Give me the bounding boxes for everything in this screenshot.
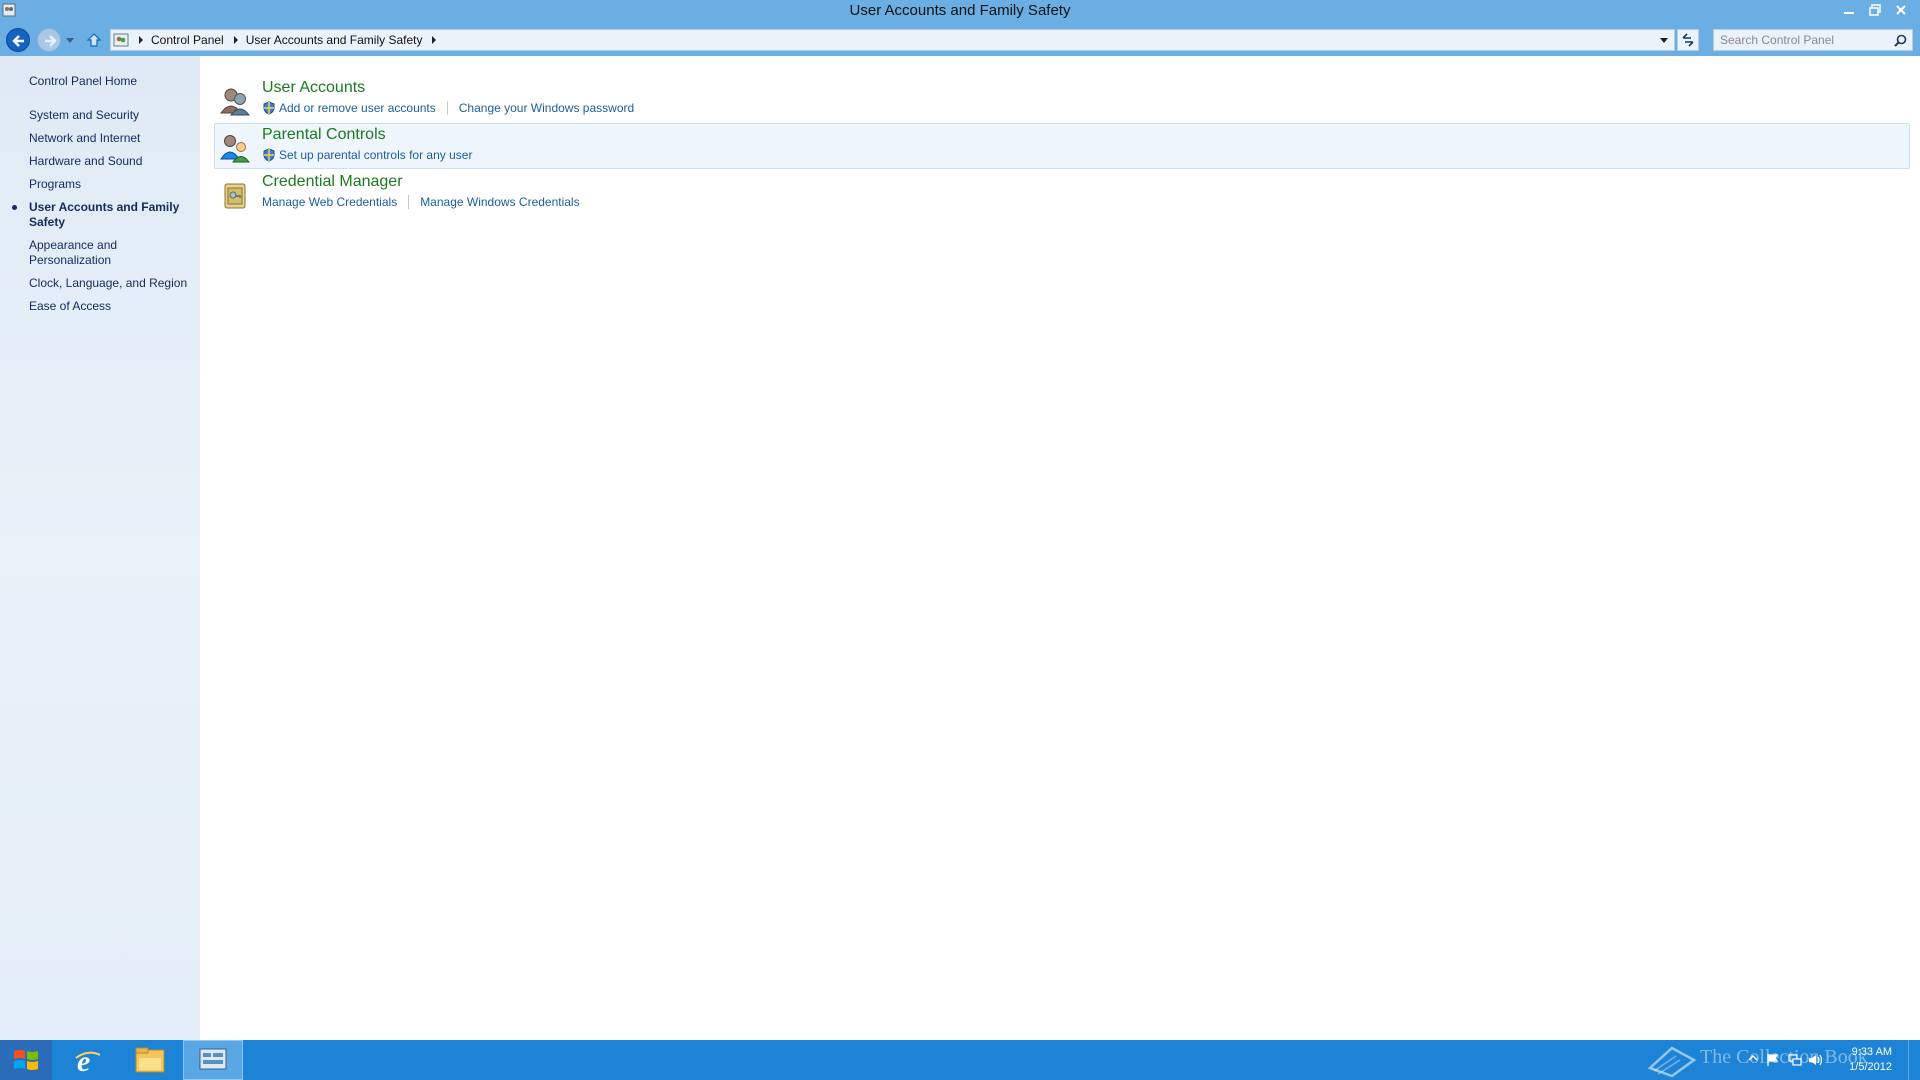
sidebar-item-clock-language-region[interactable]: Clock, Language, and Region — [29, 276, 194, 291]
category-user-accounts: User Accounts Add or remove user account… — [214, 76, 1910, 122]
breadcrumb-separator-icon[interactable] — [139, 36, 143, 44]
window-title: User Accounts and Family Safety — [849, 2, 1071, 19]
refresh-button[interactable] — [1677, 29, 1699, 51]
minimize-button[interactable] — [1836, 0, 1862, 20]
sidebar-item-appearance[interactable]: Appearance and Personalization — [29, 238, 194, 268]
search-icon[interactable] — [1894, 34, 1907, 47]
breadcrumb-control-panel[interactable]: Control Panel — [151, 33, 224, 47]
taskbar-control-panel[interactable] — [183, 1040, 243, 1080]
uac-shield-icon — [263, 101, 275, 115]
category-title[interactable]: Credential Manager — [262, 173, 403, 191]
control-panel-icon — [113, 33, 129, 47]
taskbar-file-explorer[interactable] — [120, 1040, 180, 1080]
internet-explorer-icon: e — [75, 1045, 101, 1075]
sidebar-item-system-and-security[interactable]: System and Security — [29, 108, 194, 123]
show-hidden-icons-icon[interactable] — [1748, 1053, 1758, 1063]
address-dropdown-icon[interactable] — [1660, 38, 1668, 43]
manage-windows-credentials-link[interactable]: Manage Windows Credentials — [420, 195, 579, 209]
volume-icon[interactable] — [1808, 1053, 1824, 1067]
file-explorer-icon — [135, 1047, 165, 1073]
forward-arrow-icon — [45, 35, 57, 47]
clock-date: 1/5/2012 — [1849, 1061, 1892, 1073]
taskbar-internet-explorer[interactable]: e — [58, 1040, 118, 1080]
search-input[interactable] — [1720, 33, 1890, 47]
action-center-flag-icon[interactable] — [1766, 1053, 1780, 1067]
control-panel-icon — [199, 1048, 227, 1070]
search-box[interactable] — [1713, 29, 1913, 51]
add-remove-user-accounts-link[interactable]: Add or remove user accounts — [279, 101, 436, 115]
forward-button[interactable] — [37, 28, 61, 52]
svg-text:e: e — [77, 1045, 90, 1075]
category-parental-controls: Parental Controls Set up parental contro… — [214, 123, 1910, 169]
watermark-book-icon — [1647, 1046, 1697, 1078]
sidebar-item-programs[interactable]: Programs — [29, 177, 194, 192]
navigation-bar: Control Panel User Accounts and Family S… — [0, 24, 1920, 56]
change-windows-password-link[interactable]: Change your Windows password — [459, 101, 634, 115]
notification-area: The Collection Book 9:33 AM 1/5/2012 — [1500, 1040, 1920, 1080]
breadcrumb-separator-icon[interactable] — [432, 36, 437, 44]
network-icon[interactable] — [1788, 1053, 1802, 1067]
close-button[interactable] — [1888, 0, 1914, 20]
minimize-icon — [1844, 12, 1854, 14]
taskbar: e The Collection Book 9:33 AM 1/5/2012 — [0, 1040, 1920, 1080]
recent-pages-dropdown-icon[interactable] — [66, 38, 74, 43]
sidebar-item-user-accounts[interactable]: User Accounts and Family Safety — [12, 200, 194, 230]
clock-time: 9:33 AM — [1851, 1046, 1892, 1058]
set-up-parental-controls-link[interactable]: Set up parental controls for any user — [279, 148, 472, 162]
main-content: User Accounts Add or remove user account… — [200, 56, 1920, 1040]
user-accounts-icon[interactable] — [219, 85, 251, 117]
link-divider — [446, 101, 448, 115]
start-icon — [14, 1050, 38, 1070]
back-button[interactable] — [6, 28, 30, 52]
restore-button[interactable] — [1862, 0, 1888, 20]
sidebar-category-list: System and Security Network and Internet… — [12, 108, 194, 322]
back-arrow-icon — [12, 35, 24, 47]
sidebar: Control Panel Home System and Security N… — [0, 56, 200, 1040]
sidebar-item-network-and-internet[interactable]: Network and Internet — [29, 131, 194, 146]
credential-manager-icon[interactable] — [219, 179, 251, 211]
refresh-icon — [1682, 33, 1694, 47]
uac-shield-icon — [263, 148, 275, 162]
up-arrow-icon[interactable] — [86, 32, 102, 48]
breadcrumb-separator-icon[interactable] — [233, 36, 238, 44]
system-clock[interactable]: 9:33 AM 1/5/2012 — [1832, 1045, 1892, 1075]
sidebar-item-ease-of-access[interactable]: Ease of Access — [29, 299, 194, 314]
address-bar[interactable]: Control Panel User Accounts and Family S… — [110, 29, 1675, 51]
category-title[interactable]: User Accounts — [262, 79, 365, 97]
restore-icon — [1869, 4, 1881, 16]
parental-controls-icon[interactable] — [219, 132, 251, 164]
category-title[interactable]: Parental Controls — [262, 126, 386, 144]
manage-web-credentials-link[interactable]: Manage Web Credentials — [262, 195, 397, 209]
title-bar: User Accounts and Family Safety — [0, 0, 1920, 24]
start-button[interactable] — [0, 1040, 52, 1080]
link-divider — [408, 195, 410, 209]
show-desktop-button[interactable] — [1908, 1040, 1920, 1080]
close-icon — [1896, 5, 1906, 15]
breadcrumb-user-accounts[interactable]: User Accounts and Family Safety — [246, 33, 423, 47]
control-panel-home-link[interactable]: Control Panel Home — [29, 74, 137, 88]
sidebar-item-hardware-and-sound[interactable]: Hardware and Sound — [29, 154, 194, 169]
category-credential-manager: Credential Manager Manage Web Credential… — [214, 170, 1910, 216]
